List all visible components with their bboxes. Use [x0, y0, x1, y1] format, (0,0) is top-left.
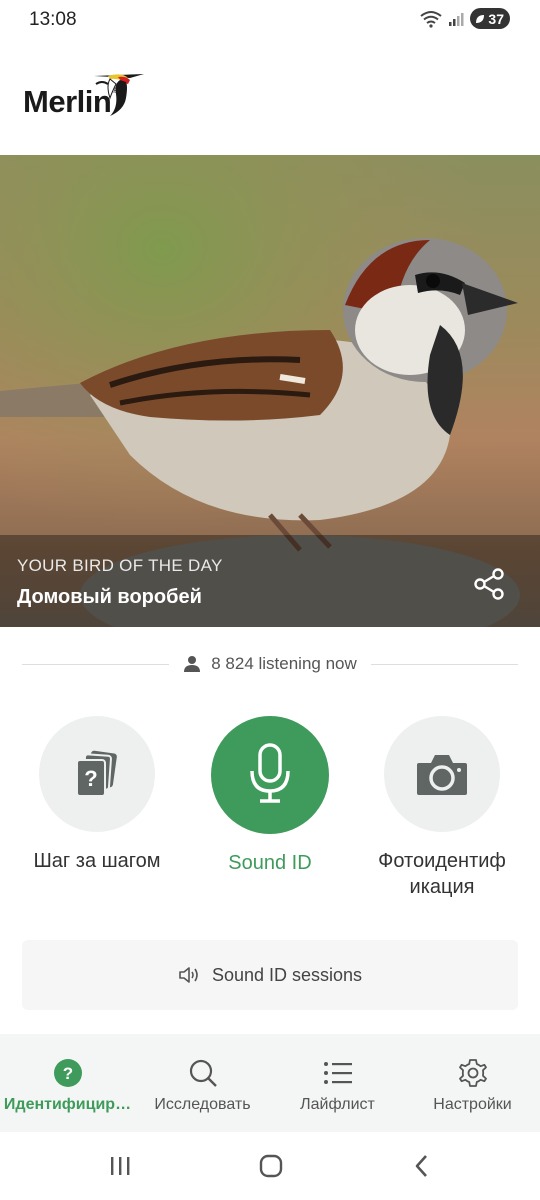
- nav-explore-label: Исследовать: [154, 1096, 251, 1113]
- woodpecker-icon: [94, 74, 145, 116]
- wifi-icon: [420, 10, 443, 28]
- nav-settings-label: Настройки: [433, 1096, 512, 1113]
- sound-id-sessions-button[interactable]: Sound ID sessions: [22, 940, 518, 1010]
- step-by-step-label: Шаг за шагом: [33, 850, 161, 872]
- share-icon[interactable]: [470, 565, 508, 603]
- question-circle-icon: ?: [53, 1058, 83, 1088]
- step-by-step-circle[interactable]: ?: [39, 716, 155, 832]
- battery-level: 37: [488, 10, 504, 27]
- system-nav-bar: [0, 1132, 540, 1200]
- app-header: Merlin ®: [0, 40, 540, 155]
- gear-icon: [458, 1058, 488, 1088]
- svg-text:?: ?: [84, 766, 97, 791]
- status-time: 13:08: [29, 9, 77, 30]
- sessions-label: Sound ID sessions: [211, 964, 363, 985]
- nav-identify[interactable]: ? Идентифицир…: [0, 1034, 135, 1132]
- bird-of-day-kicker: YOUR BIRD OF THE DAY: [17, 556, 223, 575]
- camera-icon: [417, 755, 467, 795]
- listening-text: 8 824 listening now: [211, 654, 357, 673]
- search-icon: [188, 1058, 218, 1088]
- hero-overlay: [0, 535, 540, 627]
- photo-id-button[interactable]: Фотоидентиф икация: [357, 716, 527, 900]
- microphone-icon: [250, 743, 290, 803]
- step-by-step-button[interactable]: ? Шаг за шагом: [12, 716, 182, 874]
- back-button[interactable]: [402, 1150, 442, 1182]
- person-icon: [184, 656, 201, 672]
- divider: [22, 663, 170, 665]
- merlin-logo: Merlin ®: [23, 70, 146, 120]
- status-icons: 37: [420, 8, 510, 29]
- home-icon: [259, 1154, 283, 1178]
- nav-explore[interactable]: Исследовать: [135, 1034, 270, 1132]
- nav-identify-label: Идентифицир…: [3, 1096, 132, 1113]
- listening-now-row: 8 824 listening now: [22, 645, 519, 683]
- nav-lifelist[interactable]: Лайфлист: [270, 1034, 405, 1132]
- nav-settings[interactable]: Настройки: [405, 1034, 540, 1132]
- sound-id-circle[interactable]: [211, 716, 329, 834]
- bottom-nav: ? Идентифицир… Исследовать Лайфлист Наст…: [0, 1034, 540, 1132]
- speaker-icon: [179, 967, 198, 983]
- status-bar: 13:08 37: [0, 0, 540, 40]
- bird-of-day-name: Домовый воробей: [17, 586, 202, 608]
- bird-of-the-day-card[interactable]: YOUR BIRD OF THE DAY Домовый воробей: [0, 155, 540, 627]
- photo-id-circle[interactable]: [384, 716, 500, 832]
- sound-id-label: Sound ID: [228, 852, 312, 874]
- leaf-icon: [476, 14, 485, 23]
- nav-lifelist-label: Лайфлист: [300, 1096, 375, 1113]
- back-icon: [415, 1155, 427, 1177]
- list-icon: [323, 1058, 353, 1088]
- recent-apps-icon: [111, 1157, 130, 1175]
- signal-icon: [449, 12, 464, 26]
- sound-id-button[interactable]: Sound ID: [185, 716, 355, 876]
- divider: [370, 663, 519, 665]
- battery-indicator: 37: [470, 8, 510, 29]
- listening-count: 8 824 listening now: [169, 654, 371, 674]
- photo-id-label-line: Фотоидентиф: [378, 850, 506, 872]
- svg-text:?: ?: [62, 1064, 72, 1083]
- home-button[interactable]: [251, 1150, 291, 1182]
- question-cards-icon: ?: [76, 750, 117, 797]
- photo-id-label: Фотоидентиф икация: [357, 848, 527, 900]
- recent-apps-button[interactable]: [100, 1150, 140, 1182]
- photo-id-label-line: икация: [409, 876, 475, 898]
